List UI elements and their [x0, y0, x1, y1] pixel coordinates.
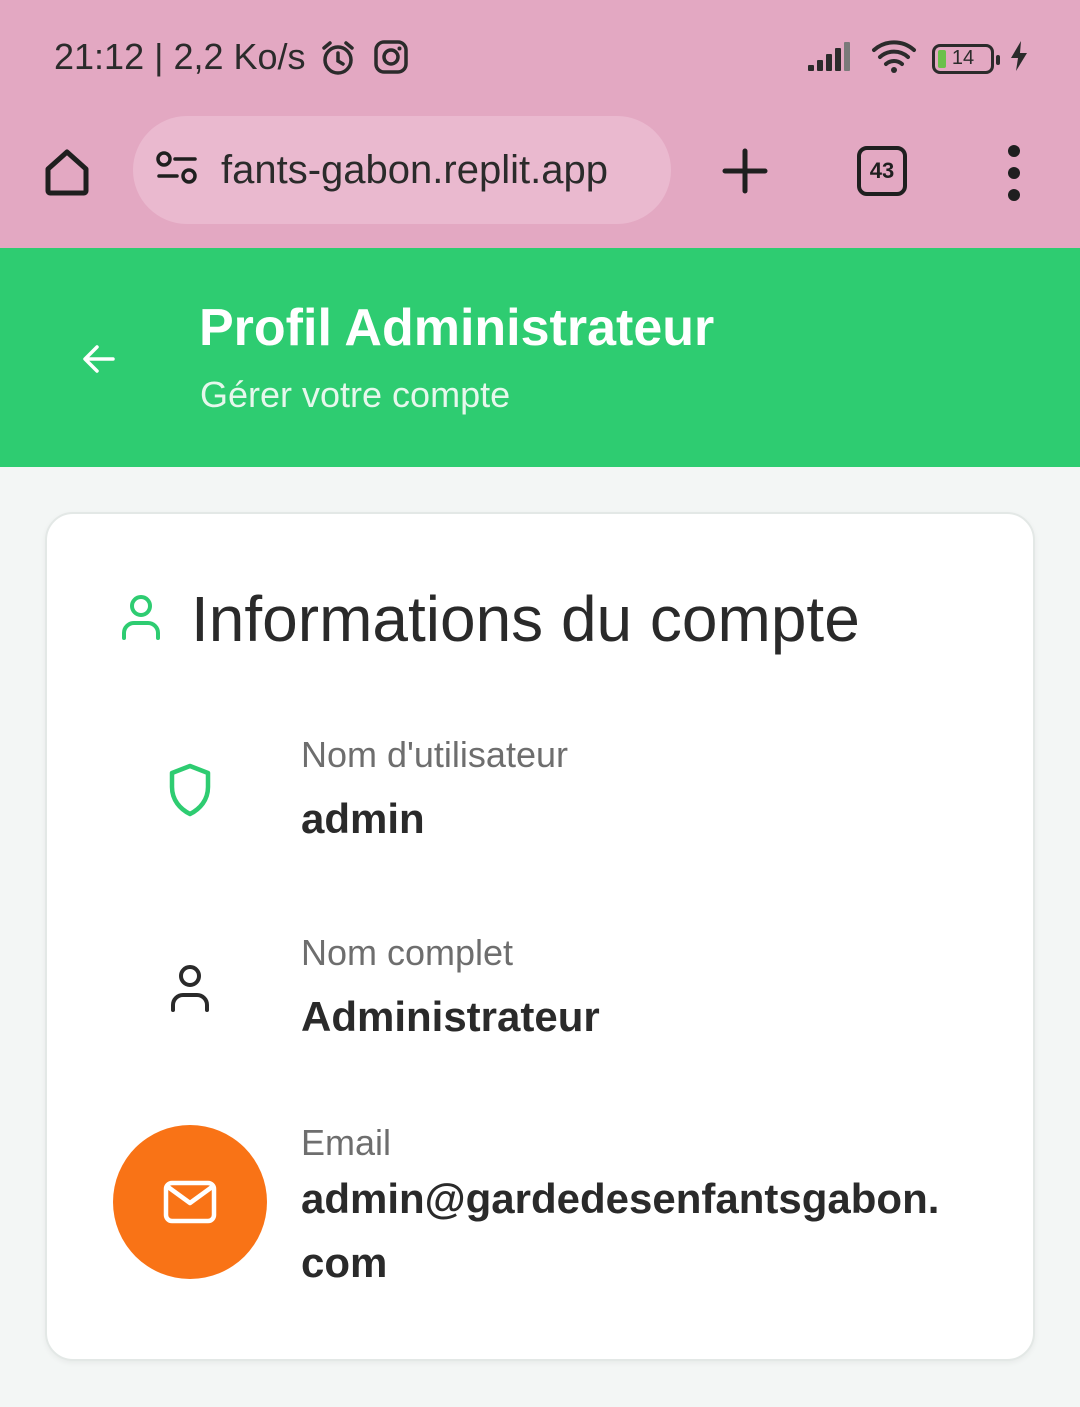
- home-icon: [45, 149, 89, 196]
- charging-icon: [1008, 39, 1030, 78]
- user-icon: [113, 911, 267, 1065]
- field-username: Nom d'utilisateur admin: [113, 713, 993, 873]
- field-value: admin@gardedesenfantsgabon.com: [301, 1175, 940, 1286]
- field-value: Administrateur: [301, 993, 600, 1040]
- wifi-icon: [870, 38, 918, 79]
- tab-switcher-button[interactable]: 43: [857, 146, 907, 196]
- home-button[interactable]: [36, 141, 98, 203]
- new-tab-button[interactable]: [716, 142, 774, 200]
- signal-icon: [806, 39, 856, 78]
- back-button[interactable]: [72, 332, 126, 386]
- card-title: Informations du compte: [191, 583, 860, 655]
- field-value: admin: [301, 795, 425, 842]
- field-fullname: Nom complet Administrateur: [113, 911, 993, 1071]
- field-email: Email admin@gardedesenfantsgabon.com: [113, 1101, 993, 1301]
- page-title: Profil Administrateur: [199, 299, 715, 357]
- status-right: 14: [806, 38, 1030, 79]
- card-header: Informations du compte: [119, 582, 860, 656]
- more-menu-icon[interactable]: [996, 145, 1032, 201]
- field-label: Nom complet: [301, 932, 514, 973]
- url-text[interactable]: fants-gabon.replit.app: [221, 148, 608, 193]
- status-time: 21:12 | 2,2 Ko/s: [54, 36, 306, 77]
- email-button[interactable]: [113, 1125, 267, 1279]
- field-label: Email: [301, 1122, 392, 1163]
- user-icon: [119, 592, 163, 647]
- browser-chrome: 21:12 | 2,2 Ko/s 14 fants-gabon.replit.a…: [0, 0, 1080, 248]
- page-header: Profil Administrateur Gérer votre compte: [0, 248, 1080, 467]
- account-info-card: Informations du compte Nom d'utilisateur…: [45, 512, 1035, 1361]
- field-label: Nom d'utilisateur: [301, 734, 568, 775]
- page-subtitle: Gérer votre compte: [200, 374, 511, 415]
- arrow-left-icon: [83, 345, 115, 373]
- instagram-icon: [372, 38, 410, 81]
- browser-toolbar: fants-gabon.replit.app 43: [0, 115, 1080, 228]
- mail-icon: [163, 1180, 217, 1224]
- status-bar: 21:12 | 2,2 Ko/s 14: [0, 0, 1080, 115]
- new-tab-icon: [722, 148, 768, 194]
- site-settings-icon[interactable]: [155, 150, 199, 191]
- alarm-icon: [318, 38, 358, 83]
- url-bar[interactable]: fants-gabon.replit.app: [133, 116, 671, 224]
- battery-icon: 14: [932, 43, 1000, 74]
- shield-icon: [113, 713, 267, 867]
